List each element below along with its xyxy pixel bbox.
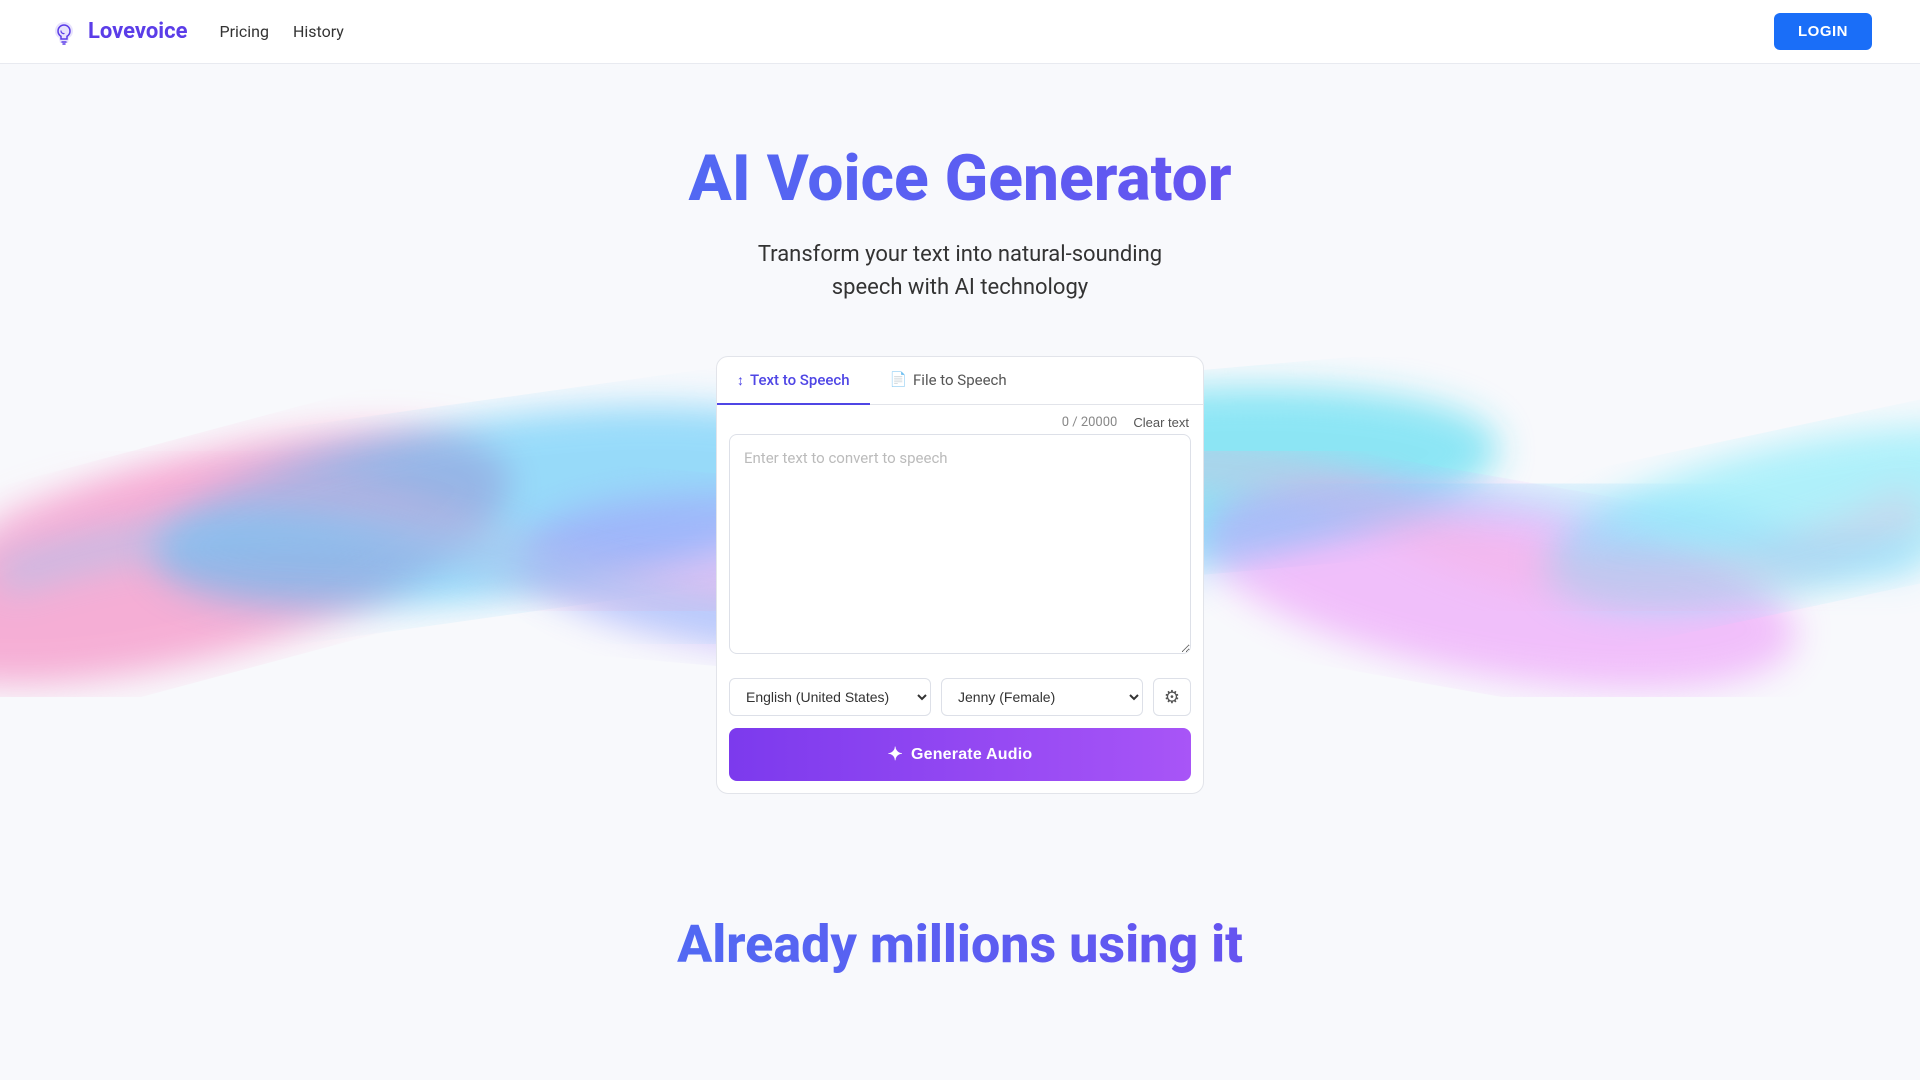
textarea-wrapper <box>717 434 1203 666</box>
char-count: 0 / 20000 <box>1062 415 1118 430</box>
generate-audio-label: Generate Audio <box>911 746 1032 764</box>
logo-icon <box>48 16 80 48</box>
nav-link-pricing[interactable]: Pricing <box>219 22 269 41</box>
nav-left: Lovevoice Pricing History <box>48 16 344 48</box>
generate-audio-button[interactable]: ✦ Generate Audio <box>729 728 1191 781</box>
text-to-speech-icon: ↕ <box>737 372 744 389</box>
hero-title: AI Voice Generator <box>24 144 1896 214</box>
hero-content: AI Voice Generator Transform your text i… <box>24 144 1896 794</box>
generate-icon: ✦ <box>888 744 903 765</box>
char-count-row: 0 / 20000 Clear text <box>717 405 1203 434</box>
gear-icon: ⚙ <box>1164 687 1180 708</box>
file-to-speech-icon: 📄 <box>890 372 907 388</box>
tab-file-to-speech[interactable]: 📄 File to Speech <box>870 357 1027 405</box>
controls-row: English (United States) English (UK) Spa… <box>717 666 1203 716</box>
logo-text: Lovevoice <box>88 19 187 44</box>
nav-links: Pricing History <box>219 22 343 41</box>
bottom-title: Already millions using it <box>24 914 1896 975</box>
voice-select[interactable]: Jenny (Female) Guy (Male) Aria (Female) … <box>941 678 1143 716</box>
speech-textarea[interactable] <box>729 434 1191 654</box>
hero-subtitle: Transform your text into natural-soundin… <box>24 238 1896 304</box>
clear-text-button[interactable]: Clear text <box>1133 415 1189 430</box>
nav-link-history[interactable]: History <box>293 22 344 41</box>
tab-bar: ↕ Text to Speech 📄 File to Speech <box>717 357 1203 405</box>
settings-button[interactable]: ⚙ <box>1153 678 1191 716</box>
language-select[interactable]: English (United States) English (UK) Spa… <box>729 678 931 716</box>
main-card: ↕ Text to Speech 📄 File to Speech 0 / 20… <box>716 356 1204 794</box>
logo-link[interactable]: Lovevoice <box>48 16 187 48</box>
login-button[interactable]: LOGIN <box>1774 13 1872 50</box>
hero-section: AI Voice Generator Transform your text i… <box>0 64 1920 854</box>
navigation: Lovevoice Pricing History LOGIN <box>0 0 1920 64</box>
tab-text-to-speech[interactable]: ↕ Text to Speech <box>717 357 870 405</box>
bottom-section: Already millions using it <box>0 854 1920 975</box>
